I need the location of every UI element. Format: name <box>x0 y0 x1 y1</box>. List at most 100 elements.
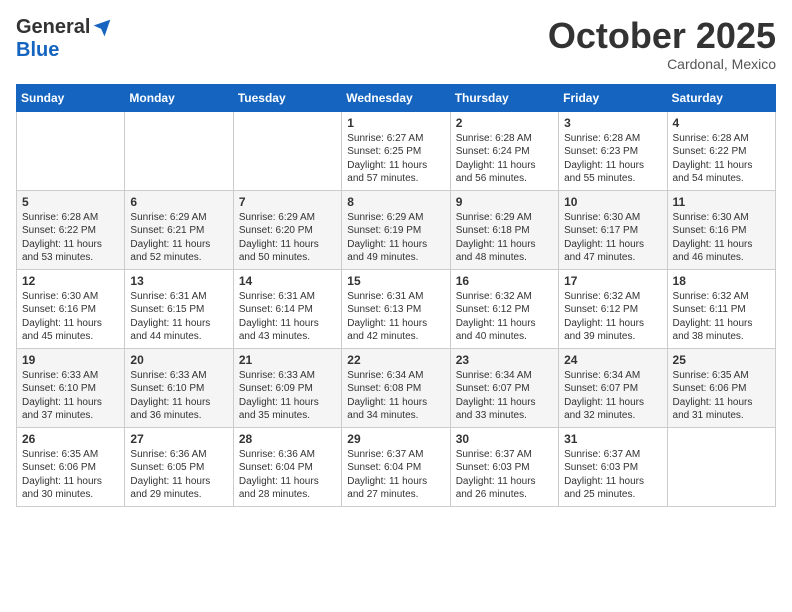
day-info: Sunrise: 6:34 AM Sunset: 6:08 PM Dayligh… <box>347 369 444 423</box>
calendar-cell: 19 Sunrise: 6:33 AM Sunset: 6:10 PM Dayli… <box>17 348 125 427</box>
day-info: Sunrise: 6:28 AM Sunset: 6:24 PM Dayligh… <box>456 132 553 186</box>
day-number: 25 <box>673 353 770 367</box>
calendar-cell: 21 Sunrise: 6:33 AM Sunset: 6:09 PM Dayli… <box>233 348 341 427</box>
day-number: 4 <box>673 116 770 130</box>
day-number: 10 <box>564 195 661 209</box>
calendar-cell <box>125 111 233 190</box>
location-subtitle: Cardonal, Mexico <box>548 56 776 72</box>
day-info: Sunrise: 6:36 AM Sunset: 6:05 PM Dayligh… <box>130 448 227 502</box>
weekday-header: Sunday <box>17 84 125 111</box>
day-info: Sunrise: 6:29 AM Sunset: 6:21 PM Dayligh… <box>130 211 227 265</box>
day-number: 12 <box>22 274 119 288</box>
calendar-cell: 14Sunrise: 6:31 AM Sunset: 6:14 PM Dayli… <box>233 269 341 348</box>
weekday-header: Tuesday <box>233 84 341 111</box>
day-number: 3 <box>564 116 661 130</box>
day-info: Sunrise: 6:33 AM Sunset: 6:09 PM Dayligh… <box>239 369 336 423</box>
day-info: Sunrise: 6:37 AM Sunset: 6:03 PM Dayligh… <box>564 448 661 502</box>
day-info: Sunrise: 6:28 AM Sunset: 6:22 PM Dayligh… <box>22 211 119 265</box>
weekday-header: Thursday <box>450 84 558 111</box>
calendar-cell: 29Sunrise: 6:37 AM Sunset: 6:04 PM Dayli… <box>342 427 450 506</box>
calendar-cell: 16 Sunrise: 6:32 AM Sunset: 6:12 PM Dayli… <box>450 269 558 348</box>
month-title: October 2025 <box>548 16 776 56</box>
day-info: Sunrise: 6:30 AM Sunset: 6:17 PM Dayligh… <box>564 211 661 265</box>
calendar-cell: 12Sunrise: 6:30 AM Sunset: 6:16 PM Dayli… <box>17 269 125 348</box>
day-number: 7 <box>239 195 336 209</box>
day-number: 2 <box>456 116 553 130</box>
day-info: Sunrise: 6:33 AM Sunset: 6:10 PM Dayligh… <box>22 369 119 423</box>
calendar-week-row: 12Sunrise: 6:30 AM Sunset: 6:16 PM Dayli… <box>17 269 776 348</box>
calendar-cell: 18 Sunrise: 6:32 AM Sunset: 6:11 PM Dayli… <box>667 269 775 348</box>
calendar-cell: 22 Sunrise: 6:34 AM Sunset: 6:08 PM Dayli… <box>342 348 450 427</box>
day-info: Sunrise: 6:34 AM Sunset: 6:07 PM Dayligh… <box>564 369 661 423</box>
calendar-cell: 5 Sunrise: 6:28 AM Sunset: 6:22 PM Daylig… <box>17 190 125 269</box>
weekday-header: Monday <box>125 84 233 111</box>
calendar-cell: 10 Sunrise: 6:30 AM Sunset: 6:17 PM Dayli… <box>559 190 667 269</box>
day-number: 26 <box>22 432 119 446</box>
calendar-cell: 2 Sunrise: 6:28 AM Sunset: 6:24 PM Daylig… <box>450 111 558 190</box>
calendar-cell <box>17 111 125 190</box>
calendar-table: SundayMondayTuesdayWednesdayThursdayFrid… <box>16 84 776 507</box>
day-number: 1 <box>347 116 444 130</box>
logo: General Blue <box>16 16 112 62</box>
calendar-cell: 9 Sunrise: 6:29 AM Sunset: 6:18 PM Daylig… <box>450 190 558 269</box>
day-number: 21 <box>239 353 336 367</box>
calendar-week-row: 19 Sunrise: 6:33 AM Sunset: 6:10 PM Dayli… <box>17 348 776 427</box>
day-number: 19 <box>22 353 119 367</box>
day-info: Sunrise: 6:31 AM Sunset: 6:14 PM Dayligh… <box>239 290 336 344</box>
day-number: 18 <box>673 274 770 288</box>
weekday-header-row: SundayMondayTuesdayWednesdayThursdayFrid… <box>17 84 776 111</box>
calendar-cell: 8Sunrise: 6:29 AM Sunset: 6:19 PM Daylig… <box>342 190 450 269</box>
day-info: Sunrise: 6:31 AM Sunset: 6:13 PM Dayligh… <box>347 290 444 344</box>
page-header: General Blue October 2025 Cardonal, Mexi… <box>16 16 776 72</box>
day-info: Sunrise: 6:34 AM Sunset: 6:07 PM Dayligh… <box>456 369 553 423</box>
day-number: 15 <box>347 274 444 288</box>
day-number: 9 <box>456 195 553 209</box>
weekday-header: Friday <box>559 84 667 111</box>
calendar-cell: 23 Sunrise: 6:34 AM Sunset: 6:07 PM Dayli… <box>450 348 558 427</box>
day-info: Sunrise: 6:30 AM Sunset: 6:16 PM Dayligh… <box>673 211 770 265</box>
day-info: Sunrise: 6:32 AM Sunset: 6:12 PM Dayligh… <box>456 290 553 344</box>
day-info: Sunrise: 6:32 AM Sunset: 6:11 PM Dayligh… <box>673 290 770 344</box>
calendar-cell: 27 Sunrise: 6:36 AM Sunset: 6:05 PM Dayli… <box>125 427 233 506</box>
day-info: Sunrise: 6:29 AM Sunset: 6:19 PM Dayligh… <box>347 211 444 265</box>
calendar-week-row: 26 Sunrise: 6:35 AM Sunset: 6:06 PM Dayli… <box>17 427 776 506</box>
day-number: 23 <box>456 353 553 367</box>
day-number: 31 <box>564 432 661 446</box>
day-number: 27 <box>130 432 227 446</box>
day-info: Sunrise: 6:35 AM Sunset: 6:06 PM Dayligh… <box>22 448 119 502</box>
calendar-cell: 15 Sunrise: 6:31 AM Sunset: 6:13 PM Dayli… <box>342 269 450 348</box>
day-number: 24 <box>564 353 661 367</box>
day-number: 30 <box>456 432 553 446</box>
calendar-cell: 4 Sunrise: 6:28 AM Sunset: 6:22 PM Daylig… <box>667 111 775 190</box>
day-info: Sunrise: 6:32 AM Sunset: 6:12 PM Dayligh… <box>564 290 661 344</box>
day-number: 16 <box>456 274 553 288</box>
day-info: Sunrise: 6:37 AM Sunset: 6:04 PM Dayligh… <box>347 448 444 502</box>
calendar-cell: 30 Sunrise: 6:37 AM Sunset: 6:03 PM Dayli… <box>450 427 558 506</box>
logo-general-text: General <box>16 16 90 39</box>
day-number: 22 <box>347 353 444 367</box>
calendar-cell: 17 Sunrise: 6:32 AM Sunset: 6:12 PM Dayli… <box>559 269 667 348</box>
day-info: Sunrise: 6:33 AM Sunset: 6:10 PM Dayligh… <box>130 369 227 423</box>
day-info: Sunrise: 6:28 AM Sunset: 6:22 PM Dayligh… <box>673 132 770 186</box>
calendar-cell: 6 Sunrise: 6:29 AM Sunset: 6:21 PM Daylig… <box>125 190 233 269</box>
calendar-cell: 31 Sunrise: 6:37 AM Sunset: 6:03 PM Dayli… <box>559 427 667 506</box>
title-section: October 2025 Cardonal, Mexico <box>548 16 776 72</box>
calendar-cell: 13Sunrise: 6:31 AM Sunset: 6:15 PM Dayli… <box>125 269 233 348</box>
day-number: 20 <box>130 353 227 367</box>
calendar-cell: 3Sunrise: 6:28 AM Sunset: 6:23 PM Daylig… <box>559 111 667 190</box>
weekday-header: Wednesday <box>342 84 450 111</box>
day-info: Sunrise: 6:29 AM Sunset: 6:18 PM Dayligh… <box>456 211 553 265</box>
day-number: 17 <box>564 274 661 288</box>
day-info: Sunrise: 6:29 AM Sunset: 6:20 PM Dayligh… <box>239 211 336 265</box>
calendar-cell: 11Sunrise: 6:30 AM Sunset: 6:16 PM Dayli… <box>667 190 775 269</box>
day-info: Sunrise: 6:37 AM Sunset: 6:03 PM Dayligh… <box>456 448 553 502</box>
calendar-cell <box>667 427 775 506</box>
calendar-cell: 20 Sunrise: 6:33 AM Sunset: 6:10 PM Dayli… <box>125 348 233 427</box>
calendar-week-row: 1Sunrise: 6:27 AM Sunset: 6:25 PM Daylig… <box>17 111 776 190</box>
day-info: Sunrise: 6:36 AM Sunset: 6:04 PM Dayligh… <box>239 448 336 502</box>
logo-blue-text: Blue <box>16 39 59 62</box>
calendar-cell <box>233 111 341 190</box>
calendar-cell: 26 Sunrise: 6:35 AM Sunset: 6:06 PM Dayli… <box>17 427 125 506</box>
day-number: 5 <box>22 195 119 209</box>
day-number: 6 <box>130 195 227 209</box>
